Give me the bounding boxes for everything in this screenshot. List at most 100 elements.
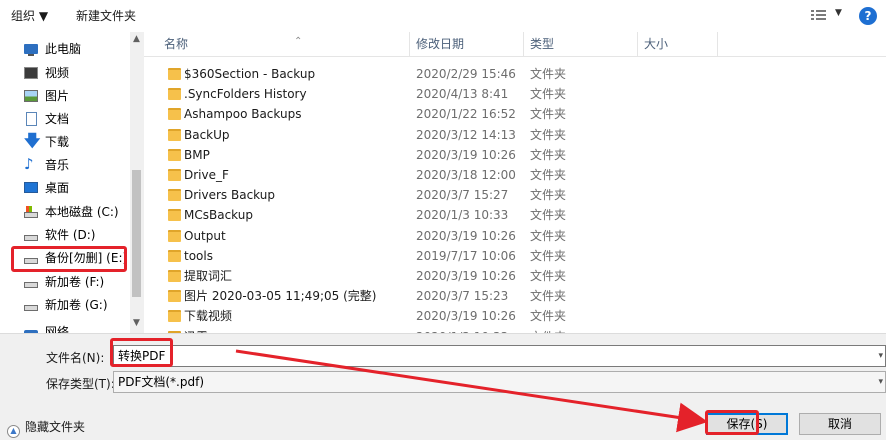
chevron-down-icon[interactable]: ▾ [878,346,883,366]
file-type: 文件夹 [530,228,567,243]
folder-icon [168,68,181,80]
file-type: 文件夹 [530,127,567,142]
filetype-label: 保存类型(T): [46,377,115,391]
nav-item-videos[interactable]: 视频 [0,62,130,84]
folder-icon [168,189,181,202]
filename-input[interactable]: 转换PDF ▾ [113,345,886,367]
cancel-button[interactable]: 取消 [799,413,881,435]
nav-item-drive-f[interactable]: 新加卷 (F:) [0,271,130,293]
file-name: Drive_F [184,168,229,182]
drive-icon [24,305,38,311]
computer-icon [24,44,38,56]
file-type: 文件夹 [530,289,567,304]
table-row[interactable]: Output 2020/3/19 10:26 文件夹 [144,226,886,246]
file-name: tools [184,248,213,263]
column-header-type[interactable]: 类型 [524,32,638,57]
folder-icon [168,209,181,222]
nav-item-desktop[interactable]: 桌面 [0,177,130,199]
column-header-date[interactable]: 修改日期 [410,32,524,57]
file-name: 提取词汇 [184,269,233,283]
nav-item-label: 新加卷 (G:) [45,298,108,312]
nav-item-label: 视频 [45,66,70,80]
table-row[interactable]: 图片 2020-03-05 11;49;05 (完整) 2020/3/7 15:2… [144,286,886,306]
table-row[interactable]: BackUp 2020/3/12 14:13 文件夹 [144,125,886,145]
file-name: Ashampoo Backups [184,107,302,122]
table-row[interactable]: 下载视频 2020/3/19 10:26 文件夹 [144,306,886,326]
table-row[interactable]: $360Section - Backup 2020/2/29 15:46 文件夹 [144,64,886,84]
nav-item-music[interactable]: ♪ 音乐 [0,154,130,176]
drive-icon [24,235,38,241]
table-row[interactable]: MCsBackup 2020/1/3 10:33 文件夹 [144,205,886,225]
view-options-button[interactable]: ▼ [811,8,845,23]
nav-item-drive-g[interactable]: 新加卷 (G:) [0,294,130,316]
toolbar: 组织 ▼ 新建文件夹 ▼ ? [0,0,886,32]
file-date: 2020/3/18 12:00 [416,168,516,182]
file-name: MCsBackup [184,208,253,223]
folder-icon [168,108,181,121]
picture-folder-icon [24,90,38,102]
nav-item-label: 图片 [45,89,70,103]
file-date: 2020/3/7 15:23 [416,289,509,304]
chevron-up-icon: ▲ [7,425,20,438]
file-type: 文件夹 [530,67,567,81]
table-row[interactable]: .SyncFolders History 2020/4/13 8:41 文件夹 [144,84,886,104]
download-icon: 🡇 [24,131,41,150]
column-header-size[interactable]: 大小 [638,32,718,57]
table-row[interactable]: tools 2019/7/17 10:06 文件夹 [144,246,886,266]
table-row[interactable]: Ashampoo Backups 2020/1/22 16:52 文件夹 [144,104,886,124]
nav-item-label: 此电脑 [45,42,82,56]
scroll-up-icon[interactable]: ▲ [133,34,140,44]
nav-item-network[interactable]: 网络 [0,321,130,333]
filetype-select[interactable]: PDF文档(*.pdf) ▾ [113,371,886,393]
help-icon[interactable]: ? [859,7,877,25]
table-row[interactable]: Drive_F 2020/3/18 12:00 文件夹 [144,165,886,185]
file-date: 2020/1/22 16:52 [416,107,516,122]
table-row[interactable]: 提取词汇 2020/3/19 10:26 文件夹 [144,266,886,286]
file-type: 文件夹 [530,208,567,223]
nav-item-pictures[interactable]: 图片 [0,85,130,107]
nav-item-this-pc[interactable]: 此电脑 [0,38,130,60]
nav-scrollbar[interactable]: ▲ ▼ [130,32,144,333]
scrollbar-thumb[interactable] [132,170,141,297]
sort-up-icon: ⌃ [294,36,303,47]
file-name: $360Section - Backup [184,67,316,81]
file-name: 下载视频 [184,309,233,324]
file-type: 文件夹 [530,188,567,203]
file-date: 2020/3/19 10:26 [416,147,516,162]
navigation-pane: 此电脑 视频 图片 文档 🡇 下载 ♪ 音乐 桌面 本地磁盘 (C:) 软件 (… [0,32,144,333]
table-row[interactable]: Drivers Backup 2020/3/7 15:27 文件夹 [144,185,886,205]
windows-drive-icon [24,206,38,218]
file-date: 2020/3/19 10:26 [416,228,516,243]
document-folder-icon [26,112,37,126]
file-type: 文件夹 [530,269,567,283]
nav-item-drive-c[interactable]: 本地磁盘 (C:) [0,201,130,223]
filename-label: 文件名(N): [46,351,105,365]
annotation-box-save [705,410,759,435]
file-list: 名称 ⌃ 修改日期 类型 大小 $360Section - Backup 2020… [144,32,886,333]
file-type: 文件夹 [530,248,567,263]
new-folder-button[interactable]: 新建文件夹 [76,7,136,25]
column-header-label: 名称 [164,37,189,51]
file-type: 文件夹 [530,87,567,102]
nav-item-documents[interactable]: 文档 [0,108,130,130]
chevron-down-icon: ▾ [878,377,883,387]
file-name: .SyncFolders History [184,87,307,102]
nav-item-label: 新加卷 (F:) [45,275,105,289]
hide-folders-toggle[interactable]: ▲ 隐藏文件夹 [7,418,85,438]
file-date: 2020/3/19 10:26 [416,269,516,283]
organize-button[interactable]: 组织 ▼ [11,7,48,25]
music-icon: ♪ [24,155,34,173]
nav-item-label: 本地磁盘 (C:) [45,205,119,219]
details-view-icon [811,9,827,22]
hide-folders-label: 隐藏文件夹 [25,420,86,434]
filetype-value: PDF文档(*.pdf) [118,375,205,389]
table-row[interactable]: BMP 2020/3/19 10:26 文件夹 [144,145,886,165]
folder-icon [168,270,181,282]
column-header-name[interactable]: 名称 ⌃ [158,32,410,57]
file-date: 2020/3/7 15:27 [416,188,509,203]
folder-icon [168,169,181,181]
scroll-down-icon[interactable]: ▼ [133,318,140,328]
nav-item-drive-d[interactable]: 软件 (D:) [0,224,130,246]
nav-item-downloads[interactable]: 🡇 下载 [0,131,130,153]
column-header-row: 名称 ⌃ 修改日期 类型 大小 [144,32,886,57]
